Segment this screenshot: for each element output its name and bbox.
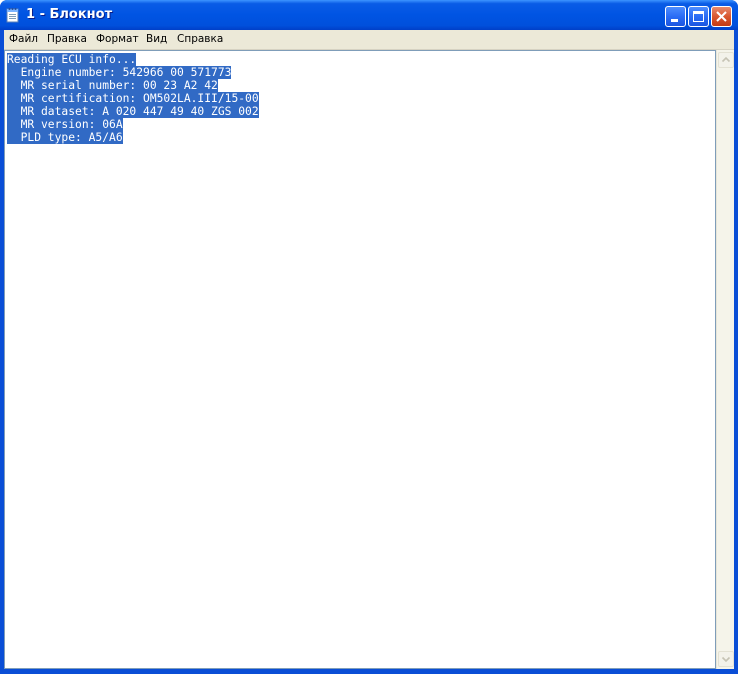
maximize-button[interactable] <box>688 6 709 27</box>
menu-bar: Файл Правка Формат Вид Справка <box>4 30 734 50</box>
scroll-down-arrow-icon <box>721 656 731 663</box>
scroll-up-button[interactable] <box>718 52 734 68</box>
minimize-icon <box>671 19 678 22</box>
text-line: MR serial number: 00 23 A2 42 <box>7 79 259 92</box>
minimize-button[interactable] <box>665 6 686 27</box>
scroll-up-arrow-icon <box>721 56 731 63</box>
vertical-scrollbar[interactable] <box>716 50 734 669</box>
window-frame-bottom <box>0 669 738 674</box>
selected-text: MR certification: OM502LA.III/15-00 <box>7 92 259 105</box>
text-editor-area[interactable]: Reading ECU info... Engine number: 54296… <box>4 50 716 669</box>
selected-text: MR serial number: 00 23 A2 42 <box>7 79 218 92</box>
window-title: 1 - Блокнот <box>26 7 113 22</box>
menu-file[interactable]: Файл <box>9 33 38 45</box>
selected-text: MR dataset: A 020 447 49 40 ZGS 002 <box>7 105 259 118</box>
maximize-icon <box>693 11 704 22</box>
notepad-icon[interactable] <box>6 7 20 23</box>
selected-text: Reading ECU info... <box>7 53 137 66</box>
selected-text: MR version: 06A <box>7 118 123 131</box>
menu-edit[interactable]: Правка <box>47 33 87 45</box>
text-line: PLD type: A5/A6 <box>7 131 259 144</box>
notepad-window: 1 - Блокнот Файл Правка Формат Вид Справ… <box>0 0 738 674</box>
close-icon <box>716 11 727 22</box>
selected-text: PLD type: A5/A6 <box>7 131 123 144</box>
menu-format[interactable]: Формат <box>96 33 139 45</box>
menu-help[interactable]: Справка <box>177 33 223 45</box>
text-line: MR dataset: A 020 447 49 40 ZGS 002 <box>7 105 259 118</box>
scroll-down-button[interactable] <box>718 651 734 667</box>
text-line: Engine number: 542966 00 571773 <box>7 66 259 79</box>
text-line: MR version: 06A <box>7 118 259 131</box>
close-button[interactable] <box>711 6 732 27</box>
text-line: Reading ECU info... <box>7 53 259 66</box>
menu-view[interactable]: Вид <box>146 33 167 45</box>
text-line: MR certification: OM502LA.III/15-00 <box>7 92 259 105</box>
selected-text: Engine number: 542966 00 571773 <box>7 66 232 79</box>
title-bar[interactable]: 1 - Блокнот <box>0 0 738 30</box>
document-text[interactable]: Reading ECU info... Engine number: 54296… <box>7 53 259 144</box>
